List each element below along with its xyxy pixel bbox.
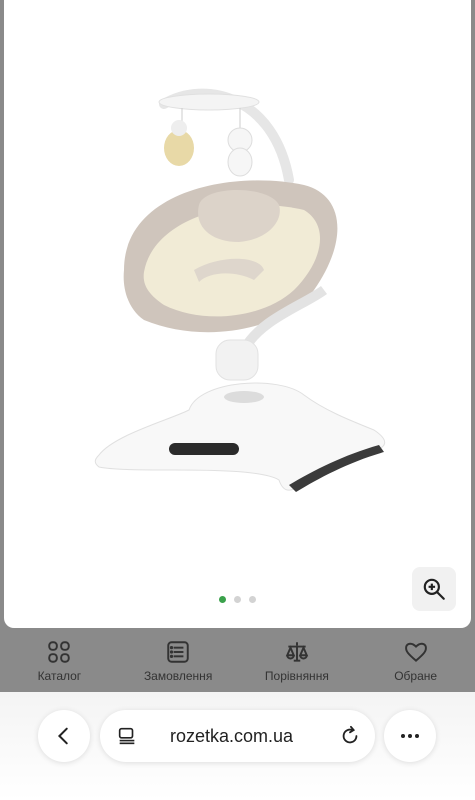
chevron-left-icon bbox=[57, 727, 68, 745]
scales-icon bbox=[285, 642, 309, 662]
carousel-dot-2[interactable] bbox=[234, 596, 241, 603]
more-button[interactable] bbox=[384, 710, 436, 762]
nav-label-catalog: Каталог bbox=[37, 669, 82, 683]
nav-item-catalog[interactable]: Каталог bbox=[4, 639, 114, 683]
nav-item-compare[interactable]: Порівняння bbox=[242, 639, 352, 683]
bottom-nav: Каталог Замовлення Порівняння Обране bbox=[0, 630, 475, 692]
page-menu-icon[interactable] bbox=[116, 725, 138, 747]
product-image[interactable] bbox=[4, 0, 471, 560]
more-icon bbox=[401, 734, 419, 738]
back-button[interactable] bbox=[38, 710, 90, 762]
nav-label-orders: Замовлення bbox=[143, 669, 213, 683]
nav-label-compare: Порівняння bbox=[264, 669, 329, 683]
reload-icon[interactable] bbox=[339, 725, 361, 747]
nav-item-favorites[interactable]: Обране bbox=[361, 639, 471, 683]
carousel-dots bbox=[4, 596, 471, 603]
zoom-in-icon bbox=[423, 578, 445, 600]
url-text: rozetka.com.ua bbox=[170, 725, 294, 746]
carousel-dot-1[interactable] bbox=[219, 596, 226, 603]
heart-icon bbox=[404, 642, 427, 662]
product-card bbox=[4, 0, 471, 628]
zoom-button[interactable] bbox=[412, 567, 456, 611]
carousel-dot-3[interactable] bbox=[249, 596, 256, 603]
orders-list-icon bbox=[167, 641, 189, 663]
address-bar[interactable]: rozetka.com.ua bbox=[100, 710, 375, 762]
browser-toolbar: rozetka.com.ua bbox=[0, 692, 475, 800]
grid-icon bbox=[48, 641, 71, 663]
nav-label-favorites: Обране bbox=[394, 669, 438, 683]
nav-item-orders[interactable]: Замовлення bbox=[123, 639, 233, 683]
